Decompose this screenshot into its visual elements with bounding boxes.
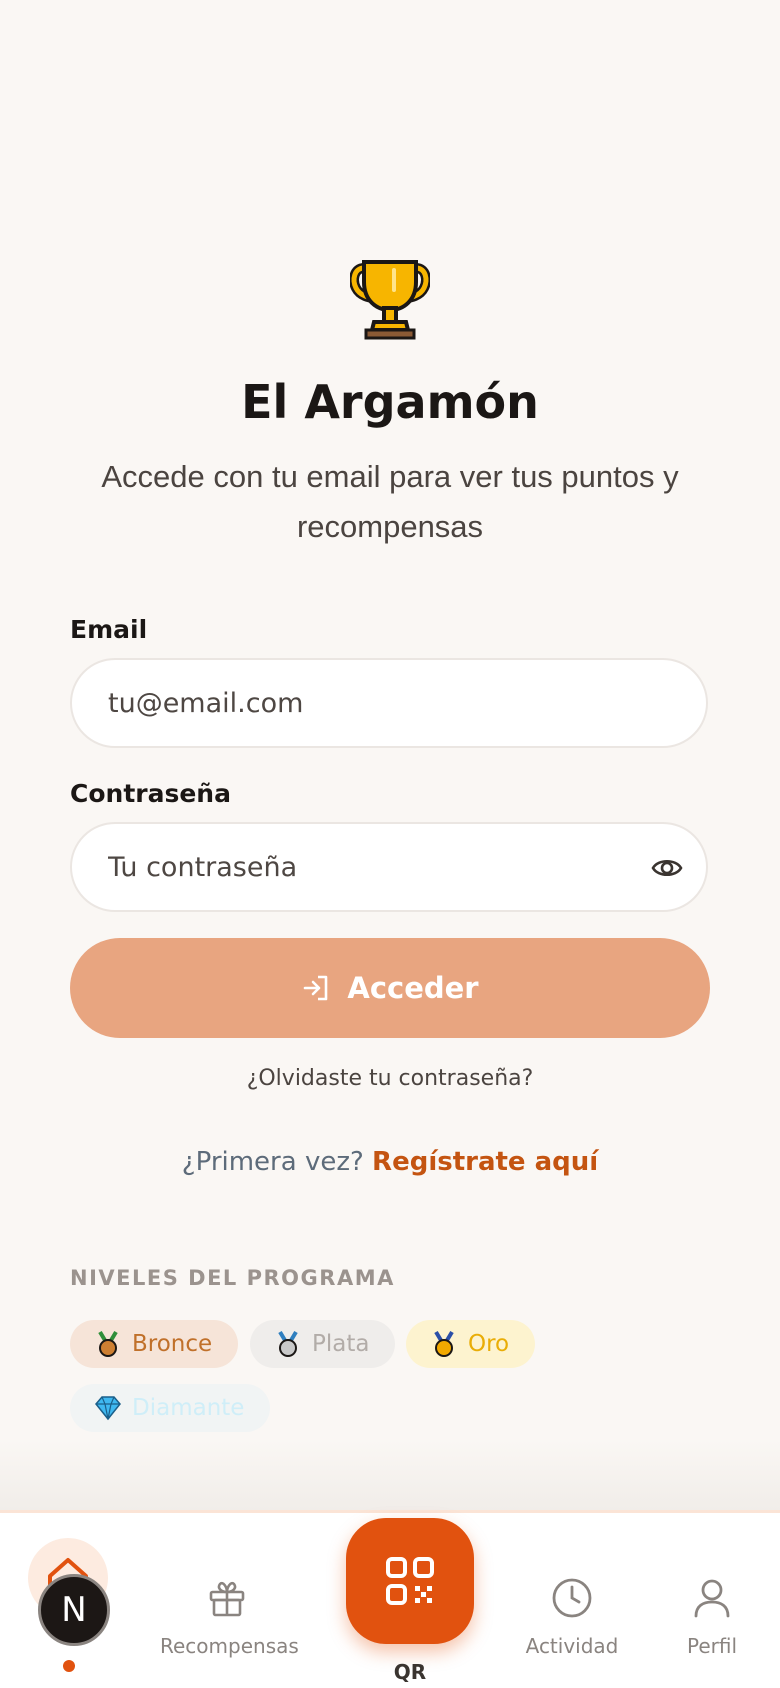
password-label: Contraseña xyxy=(70,779,231,808)
gold-medal-icon xyxy=(430,1330,458,1358)
level-label: Plata xyxy=(312,1331,370,1357)
nav-label-profile: Perfil xyxy=(686,1634,738,1658)
app-title: El Argamón xyxy=(241,375,539,429)
nav-item-rewards[interactable]: Recompensas xyxy=(160,1572,299,1672)
eye-icon[interactable] xyxy=(650,851,684,885)
qr-button[interactable] xyxy=(346,1518,474,1644)
gift-icon xyxy=(209,1581,245,1617)
nav-label-rewards: Recompensas xyxy=(160,1634,299,1658)
forgot-password-link[interactable]: ¿Olvidaste tu contraseña? xyxy=(0,1066,780,1091)
avatar-letter: N xyxy=(61,1590,87,1630)
level-chip-bronze: Bronce xyxy=(70,1320,239,1368)
diamond-icon xyxy=(94,1394,122,1422)
register-link[interactable]: Regístrate aquí xyxy=(372,1147,598,1177)
levels-title: NIVELES DEL PROGRAMA xyxy=(70,1266,395,1290)
user-icon xyxy=(694,1579,730,1618)
avatar-badge[interactable]: N xyxy=(38,1574,110,1646)
level-label: Oro xyxy=(468,1331,510,1357)
email-input[interactable] xyxy=(106,686,630,720)
trophy-icon xyxy=(0,258,780,348)
silver-medal-icon xyxy=(274,1330,302,1358)
email-label: Email xyxy=(70,615,148,644)
login-button-label: Acceder xyxy=(347,971,479,1005)
login-icon xyxy=(304,975,328,1001)
active-indicator xyxy=(63,1660,75,1672)
nav-label-activity: Actividad xyxy=(525,1634,619,1658)
level-chip-diamond: Diamante xyxy=(70,1384,271,1432)
nav-item-activity[interactable]: Actividad xyxy=(520,1572,624,1672)
level-label: Diamante xyxy=(132,1395,245,1421)
login-button[interactable]: Acceder xyxy=(70,938,710,1038)
email-field-container xyxy=(70,658,708,748)
level-chip-silver: Plata xyxy=(250,1320,396,1368)
register-prompt: ¿Primera vez? Regístrate aquí xyxy=(0,1147,780,1177)
bronze-medal-icon xyxy=(94,1330,122,1358)
password-field-container xyxy=(70,822,708,912)
qr-icon xyxy=(386,1557,434,1605)
level-label: Bronce xyxy=(132,1331,213,1357)
register-question: ¿Primera vez? xyxy=(181,1147,364,1177)
clock-icon xyxy=(552,1578,592,1618)
password-input[interactable] xyxy=(106,850,630,884)
nav-shadow xyxy=(0,1440,780,1510)
nav-label-qr: QR xyxy=(393,1660,427,1684)
nav-item-profile[interactable]: Perfil xyxy=(672,1572,752,1672)
page-subtitle: Accede con tu email para ver tus puntos … xyxy=(101,459,679,544)
level-chip-gold: Oro xyxy=(406,1320,536,1368)
